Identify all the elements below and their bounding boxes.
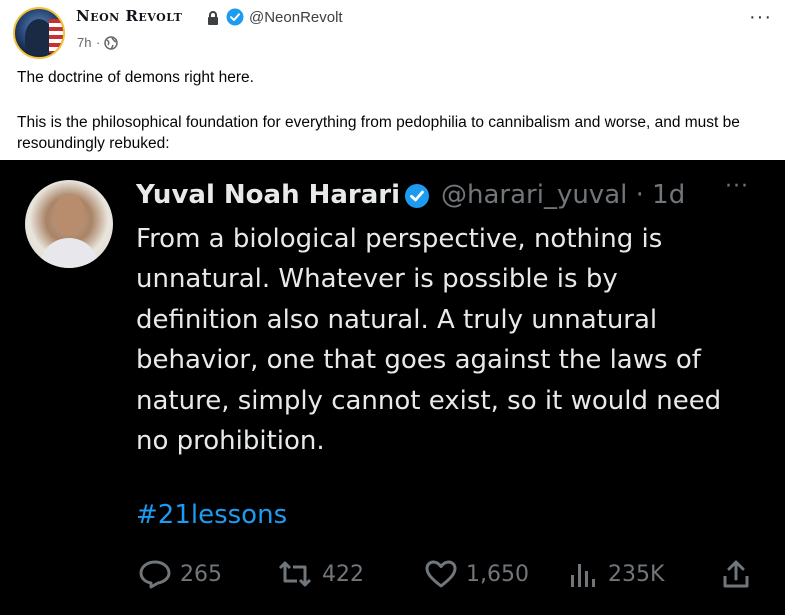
quoted-hashtag: #21lessons — [136, 500, 288, 530]
quoted-body: From a biological perspective, nothing i… — [136, 219, 776, 461]
like-icon — [425, 560, 457, 588]
quoted-body-line: From a biological perspective, nothing i… — [136, 224, 663, 254]
quoted-body-line: definition also natural. A truly unnatur… — [136, 304, 658, 335]
reply-count: 265 — [180, 561, 222, 587]
quoted-body-line: nature, simply cannot exist, so it would… — [136, 385, 722, 416]
retweet-action: 422 — [276, 558, 364, 590]
like-count: 1,650 — [466, 561, 529, 587]
views-count: 235K — [608, 561, 665, 587]
post-text-line-1: The doctrine of demons right here. — [17, 69, 254, 86]
author-avatar[interactable] — [13, 7, 65, 59]
time-separator: · — [96, 35, 101, 50]
reply-icon — [139, 560, 171, 589]
retweet-count: 422 — [322, 561, 364, 587]
lock-icon — [208, 11, 218, 25]
quoted-body-line: unnatural. Whatever is possible is by — [136, 264, 618, 295]
quoted-more-icon: ··· — [725, 174, 749, 199]
avatar-shirt — [39, 238, 99, 268]
like-action: 1,650 — [424, 558, 529, 590]
post-header: Neon Revolt @NeonRevolt 7h · ··· — [0, 0, 789, 60]
views-icon — [571, 564, 595, 587]
reply-action: 265 — [138, 558, 222, 590]
more-options-icon[interactable]: ··· — [749, 6, 772, 29]
quoted-handle-time: @harari_yuval · 1d — [441, 180, 686, 210]
avatar-face — [54, 194, 84, 234]
avatar-flag — [49, 19, 63, 53]
quoted-verified-icon — [405, 184, 429, 208]
post-time[interactable]: 7h — [77, 35, 91, 50]
share-icon — [723, 560, 749, 588]
quoted-tweet-image[interactable]: Yuval Noah Harari @harari_yuval · 1d ···… — [0, 160, 785, 615]
author-handle[interactable]: @NeonRevolt — [249, 9, 343, 26]
quoted-body-line: no prohibition. — [136, 426, 325, 457]
views-action: 235K — [566, 558, 664, 590]
globe-icon — [104, 36, 118, 50]
verified-icon — [226, 8, 244, 26]
share-action — [720, 558, 752, 590]
quoted-body-line: behavior, one that goes against the laws… — [136, 345, 701, 376]
author-name[interactable]: Neon Revolt — [76, 7, 182, 25]
quoted-author-avatar — [25, 180, 113, 268]
retweet-icon — [278, 561, 312, 587]
quoted-author-name: Yuval Noah Harari — [136, 180, 401, 210]
post-text-line-2: This is the philosophical foundation for… — [17, 114, 740, 152]
